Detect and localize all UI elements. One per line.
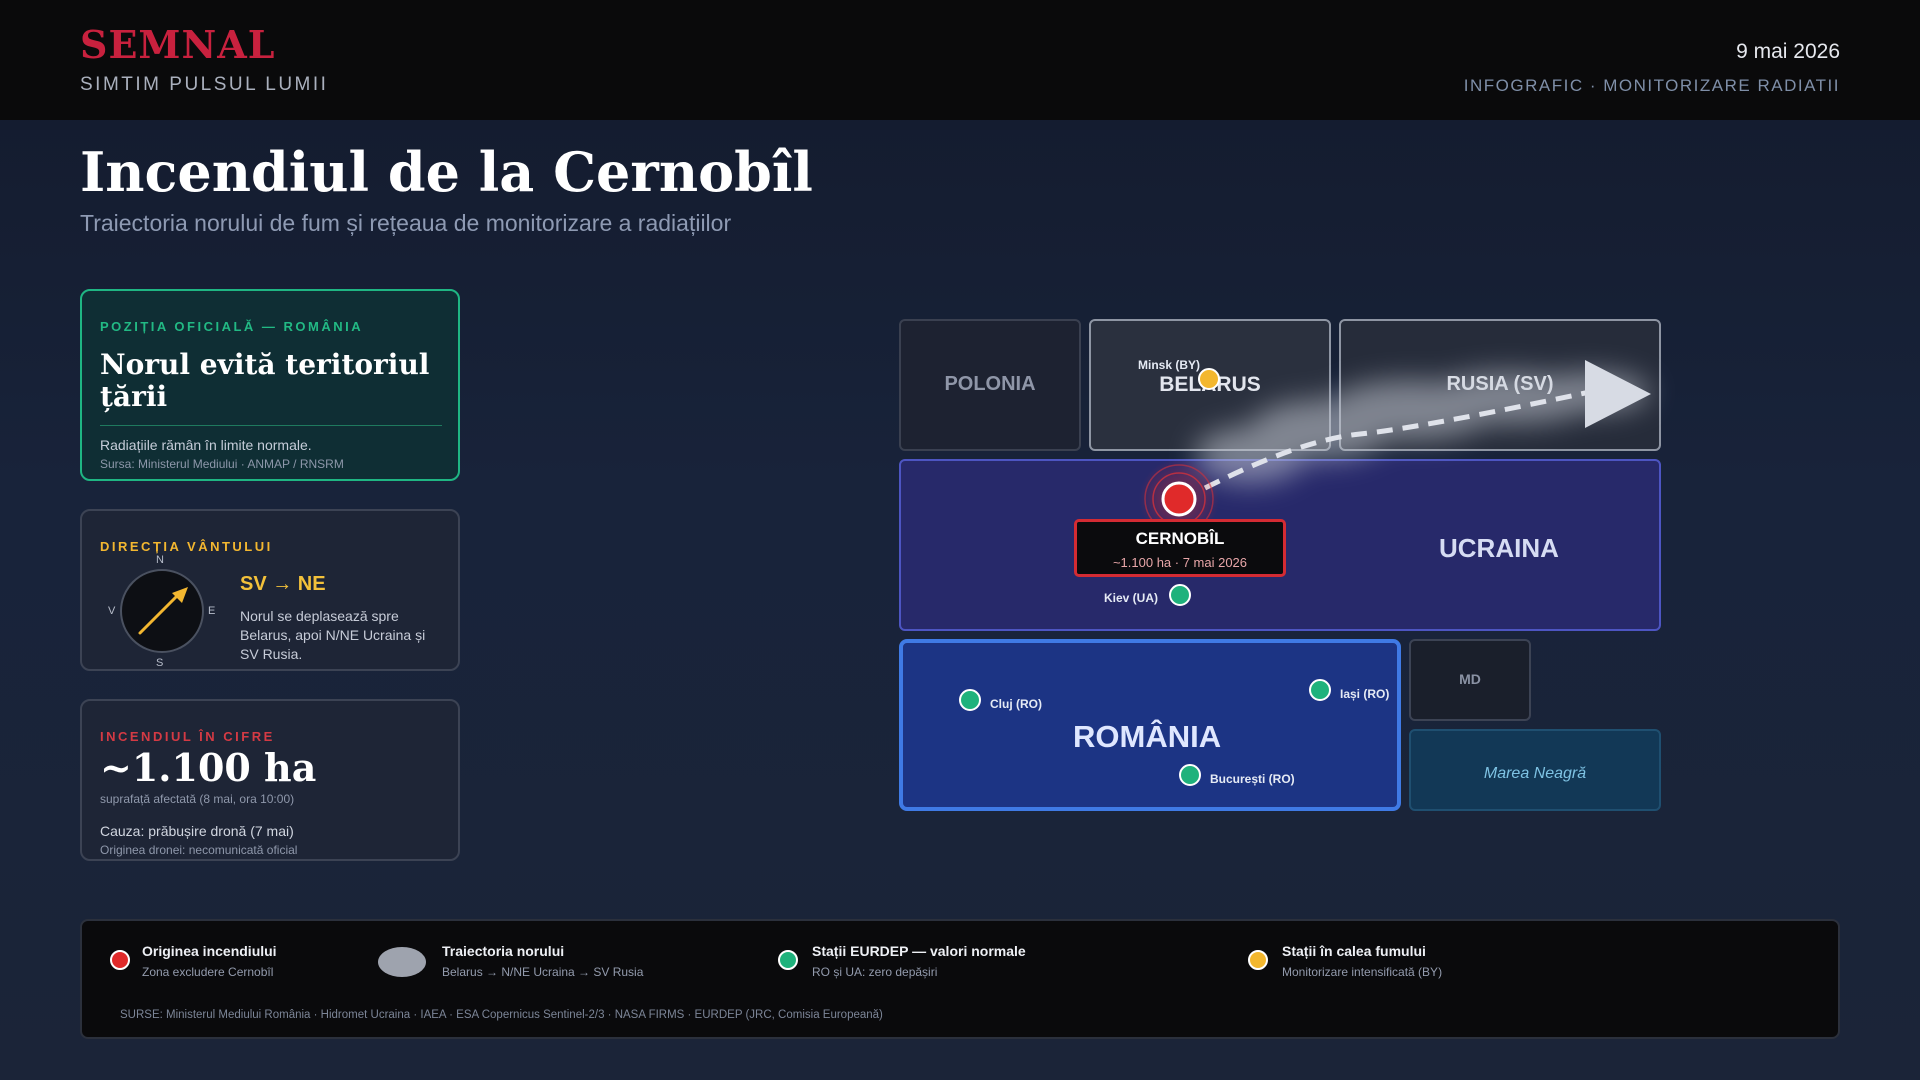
country-label: POLONIA (944, 373, 1036, 395)
burned-area-value: ~1.100 ha (100, 745, 317, 790)
smoke-trajectory-legend-icon (378, 947, 426, 977)
wind-arrow-icon (138, 587, 188, 635)
compass-south: S (156, 657, 164, 669)
station-label-cluj[interactable]: Cluj (RO) (990, 697, 1042, 711)
watch-station-legend-icon (1248, 950, 1268, 970)
publish-date: 9 mai 2026 (1736, 40, 1840, 63)
fire-origin-legend-icon (110, 950, 130, 970)
country-label: RUSIA (SV) (1446, 373, 1554, 395)
drone-origin: Originea dronei: necomunicată oficial (100, 843, 298, 857)
country-belarus[interactable]: BELARUS (1089, 319, 1331, 451)
map-legend: Originea incendiului Zona excludere Cern… (80, 919, 1840, 1039)
fire-origin-label[interactable]: CERNOBÎL ~1.100 ha · 7 mai 2026 (1074, 519, 1286, 577)
country-label: ROMÂNIA (1073, 719, 1222, 754)
legend-desc: RO și UA: zero depășiri (812, 965, 938, 979)
legend-title: Traiectoria norului (442, 943, 565, 959)
wind-direction-card: DIRECȚIA VÂNTULUI N S V E SV → NE Norul … (80, 509, 460, 671)
country-label: MD (1459, 671, 1481, 687)
compass-icon (120, 569, 204, 653)
card-label: INCENDIUL ÎN CIFRE (100, 729, 275, 744)
sources-line: SURSE: Ministerul Mediului România · Hid… (120, 1009, 883, 1021)
card-text: Radiațiile rămân în limite normale. (100, 437, 312, 453)
burned-area-note: suprafață afectată (8 mai, ora 10:00) (100, 792, 295, 806)
compass-west: V (108, 605, 116, 617)
station-label-iasi[interactable]: Iași (RO) (1340, 687, 1389, 701)
legend-title: Stații în calea fumului (1282, 943, 1426, 959)
compass-east: E (208, 605, 216, 617)
normal-station-legend-icon (778, 950, 798, 970)
legend-desc: Zona excludere Cernobîl (142, 965, 274, 979)
country-moldova[interactable]: MD (1409, 639, 1531, 721)
country-russia[interactable]: RUSIA (SV) (1339, 319, 1661, 451)
top-bar: SEMNAL SIMTIM PULSUL LUMII 9 mai 2026 IN… (0, 0, 1920, 120)
legend-desc: Belarus → N/NE Ucraina → SV Rusia (442, 965, 644, 979)
compass-north: N (156, 554, 164, 566)
section-label: INFOGRAFIC · MONITORIZARE RADIATII (1463, 76, 1840, 95)
country-label: BELARUS (1159, 373, 1261, 396)
card-label: DIRECȚIA VÂNTULUI (100, 539, 273, 554)
sea-label: Marea Neagră (1483, 765, 1587, 782)
page-title: Incendiul de la Cernobîl (80, 140, 813, 204)
fire-cause: Cauza: prăbușire dronă (7 mai) (100, 823, 294, 839)
official-position-card: POZIȚIA OFICIALĂ — ROMÂNIA Norul evită t… (80, 289, 460, 481)
brand-logo[interactable]: SEMNAL (80, 22, 275, 67)
legend-title: Stații EURDEP — valori normale (812, 943, 1026, 959)
station-label-bucuresti[interactable]: București (RO) (1210, 772, 1295, 786)
country-label: UCRAINA (1439, 533, 1559, 563)
legend-title: Originea incendiului (142, 943, 277, 959)
page-subtitle: Traiectoria norului de fum și rețeaua de… (80, 210, 732, 236)
card-headline: Norul evită teritoriul țării (100, 348, 430, 413)
station-label-kiev[interactable]: Kiev (UA) (1104, 591, 1158, 605)
country-poland[interactable]: POLONIA (899, 319, 1081, 451)
black-sea: Marea Neagră (1409, 729, 1661, 811)
card-label: POZIȚIA OFICIALĂ — ROMÂNIA (100, 319, 364, 334)
legend-desc: Monitorizare intensificată (BY) (1282, 965, 1443, 979)
wind-description: Norul se deplasează spre Belarus, apoi N… (240, 608, 426, 662)
brand-tagline: SIMTIM PULSUL LUMII (80, 74, 329, 95)
wind-direction-value: SV → NE (240, 573, 326, 595)
station-label-minsk[interactable]: Minsk (BY) (1138, 358, 1200, 372)
card-source: Sursa: Ministerul Mediului · ANMAP / RNS… (100, 457, 344, 471)
country-romania[interactable]: ROMÂNIA (899, 639, 1401, 811)
fire-name: CERNOBÎL (1135, 529, 1225, 548)
divider (100, 425, 442, 426)
fire-detail: ~1.100 ha · 7 mai 2026 (1112, 555, 1248, 570)
figures-card: INCENDIUL ÎN CIFRE ~1.100 ha suprafață a… (80, 699, 460, 861)
